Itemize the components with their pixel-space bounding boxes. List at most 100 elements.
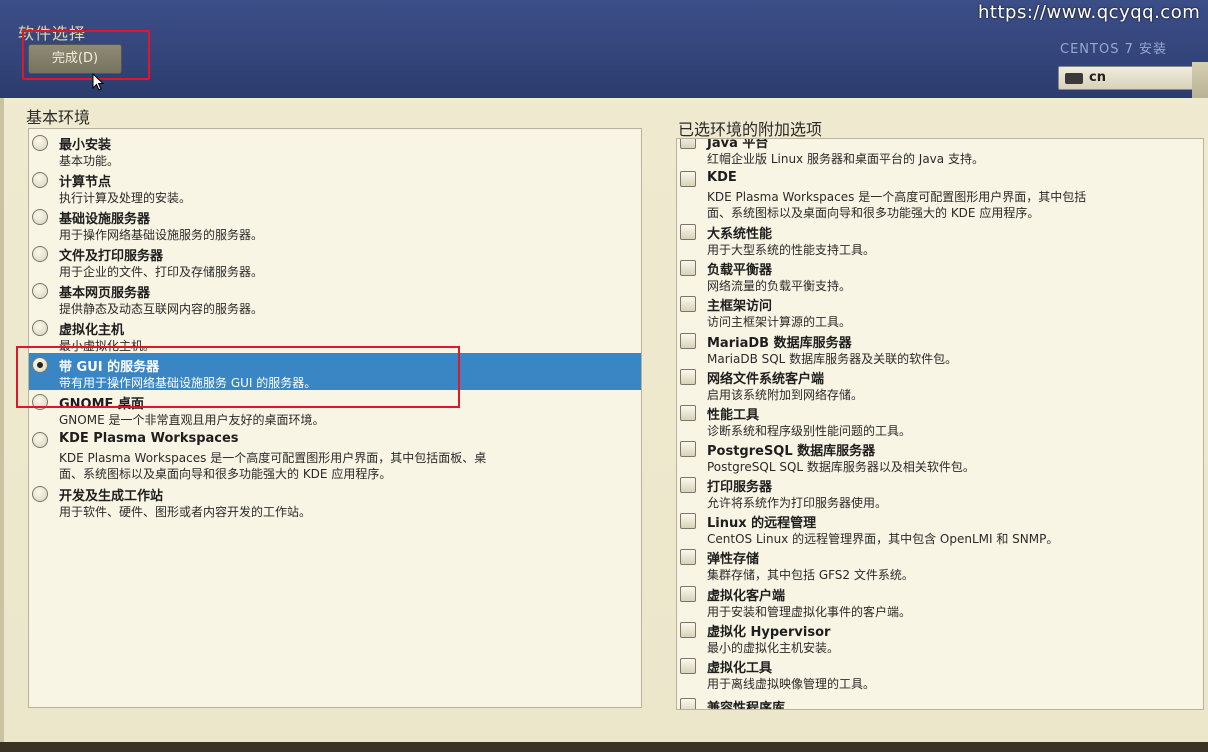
- env-item-desc: GNOME 是一个非常直观且用户友好的桌面环境。: [59, 413, 325, 427]
- annotation-highlight-done: [22, 30, 150, 80]
- checkbox[interactable]: [680, 296, 696, 312]
- keyboard-icon: [1065, 73, 1083, 84]
- addon-item-name: 弹性存储: [707, 552, 760, 567]
- base-environment-list: 最小安装 基本功能。 计算节点 执行计算及处理的安装。 基础设施服务器 用于操作…: [28, 128, 642, 708]
- env-item-name: 最小安装: [59, 138, 112, 153]
- env-item-dev-workstation[interactable]: 开发及生成工作站 用于软件、硬件、图形或者内容开发的工作站。: [29, 482, 641, 519]
- addon-item-performance-tools[interactable]: 性能工具 诊断系统和程序级别性能问题的工具。: [677, 401, 1203, 438]
- radio-button[interactable]: [32, 486, 48, 502]
- env-item-name: KDE Plasma Workspaces: [59, 431, 239, 446]
- env-item-desc: 执行计算及处理的安装。: [59, 191, 192, 205]
- installer-screen: 软件选择 完成(D) CENTOS 7 安装 cn https://www.qc…: [0, 0, 1208, 752]
- checkbox[interactable]: [680, 333, 696, 349]
- addon-item-desc-line2: 面、系统图标以及桌面向导和很多功能强大的 KDE 应用程序。: [707, 206, 1040, 220]
- addon-item-desc: 集群存储，其中包括 GFS2 文件系统。: [707, 568, 914, 582]
- watermark: https://www.qcyqq.com: [978, 2, 1201, 23]
- env-item-kde-plasma[interactable]: KDE Plasma Workspaces KDE Plasma Workspa…: [29, 428, 641, 482]
- addon-item-mariadb[interactable]: MariaDB 数据库服务器 MariaDB SQL 数据库服务器及关联的软件包…: [677, 329, 1203, 366]
- checkbox[interactable]: [680, 405, 696, 421]
- env-item-desc: 基本功能。: [59, 154, 120, 168]
- addon-item-virt-hypervisor[interactable]: 虚拟化 Hypervisor 最小的虚拟化主机安装。: [677, 618, 1203, 655]
- addon-item-name: 虚拟化工具: [707, 661, 773, 676]
- env-item-name: 基础设施服务器: [59, 212, 151, 227]
- env-item-web-server[interactable]: 基本网页服务器 提供静态及动态互联网内容的服务器。: [29, 279, 641, 316]
- addon-item-postgresql[interactable]: PostgreSQL 数据库服务器 PostgreSQL SQL 数据库服务器以…: [677, 437, 1203, 474]
- addon-item-virt-client[interactable]: 虚拟化客户端 用于安装和管理虚拟化事件的客户端。: [677, 582, 1203, 619]
- checkbox[interactable]: [680, 224, 696, 240]
- addon-item-name: Linux 的远程管理: [707, 516, 817, 531]
- radio-button[interactable]: [32, 246, 48, 262]
- addon-item-mainframe-access[interactable]: 主框架访问 访问主框架计算源的工具。: [677, 292, 1203, 329]
- addon-item-compat-libraries[interactable]: 兼容性程序库: [677, 694, 1203, 710]
- env-item-name: 虚拟化主机: [59, 323, 125, 338]
- addon-item-name: MariaDB 数据库服务器: [707, 336, 852, 351]
- env-item-desc-line2: 面、系统图标以及桌面向导和很多功能强大的 KDE 应用程序。: [59, 467, 392, 481]
- addon-item-desc: 用于离线虚拟映像管理的工具。: [707, 677, 876, 691]
- checkbox[interactable]: [680, 513, 696, 529]
- addons-list[interactable]: Java 平台 红帽企业版 Linux 服务器和桌面平台的 Java 支持。 K…: [676, 138, 1204, 710]
- checkbox[interactable]: [680, 369, 696, 385]
- checkbox[interactable]: [680, 698, 696, 709]
- checkbox[interactable]: [680, 622, 696, 638]
- addon-item-java[interactable]: Java 平台 红帽企业版 Linux 服务器和桌面平台的 Java 支持。: [677, 139, 1203, 166]
- env-item-desc: 提供静态及动态互联网内容的服务器。: [59, 302, 264, 316]
- radio-button[interactable]: [32, 135, 48, 151]
- mouse-cursor-icon: [92, 73, 104, 91]
- addon-item-large-system[interactable]: 大系统性能 用于大型系统的性能支持工具。: [677, 220, 1203, 257]
- addon-item-name: 负载平衡器: [707, 263, 773, 278]
- radio-button[interactable]: [32, 432, 48, 448]
- screen-bottom-edge: [0, 742, 1208, 752]
- checkbox[interactable]: [680, 586, 696, 602]
- env-item-name: 开发及生成工作站: [59, 489, 164, 504]
- addon-item-print-server[interactable]: 打印服务器 允许将系统作为打印服务器使用。: [677, 473, 1203, 510]
- addon-item-name: 兼容性程序库: [707, 701, 786, 710]
- addon-item-desc: 访问主框架计算源的工具。: [707, 315, 852, 329]
- addon-item-name: 虚拟化 Hypervisor: [707, 625, 831, 640]
- env-item-file-print-server[interactable]: 文件及打印服务器 用于企业的文件、打印及存储服务器。: [29, 242, 641, 279]
- env-item-desc: 用于企业的文件、打印及存储服务器。: [59, 265, 264, 279]
- env-item-minimal[interactable]: 最小安装 基本功能。: [29, 131, 641, 168]
- addon-item-load-balancer[interactable]: 负载平衡器 网络流量的负载平衡支持。: [677, 256, 1203, 293]
- checkbox[interactable]: [680, 658, 696, 674]
- addon-item-virt-tools[interactable]: 虚拟化工具 用于离线虚拟映像管理的工具。: [677, 654, 1203, 691]
- radio-button[interactable]: [32, 283, 48, 299]
- checkbox[interactable]: [680, 477, 696, 493]
- annotation-highlight-gui: [16, 346, 460, 408]
- addon-item-nfs-client[interactable]: 网络文件系统客户端 启用该系统附加到网络存储。: [677, 365, 1203, 402]
- help-button[interactable]: [1192, 62, 1208, 98]
- addon-item-name: 性能工具: [707, 408, 760, 423]
- env-item-desc: 用于操作网络基础设施服务的服务器。: [59, 228, 264, 242]
- addon-item-name: 主框架访问: [707, 299, 773, 314]
- radio-button[interactable]: [32, 320, 48, 336]
- product-title: CENTOS 7 安装: [1060, 42, 1167, 57]
- checkbox[interactable]: [680, 441, 696, 457]
- checkbox[interactable]: [680, 171, 696, 187]
- radio-button[interactable]: [32, 209, 48, 225]
- addon-item-name: 大系统性能: [707, 227, 773, 242]
- addon-item-desc: 红帽企业版 Linux 服务器和桌面平台的 Java 支持。: [707, 152, 984, 166]
- addon-item-desc: KDE Plasma Workspaces 是一个高度可配置图形用户界面，其中包…: [707, 190, 1087, 204]
- addon-item-resilient-storage[interactable]: 弹性存储 集群存储，其中包括 GFS2 文件系统。: [677, 545, 1203, 582]
- checkbox[interactable]: [680, 549, 696, 565]
- checkbox[interactable]: [680, 139, 696, 149]
- left-edge: [0, 98, 4, 742]
- addon-item-name: KDE: [707, 170, 737, 185]
- env-item-name: 计算节点: [59, 175, 112, 190]
- checkbox[interactable]: [680, 260, 696, 276]
- addon-item-name: 虚拟化客户端: [707, 589, 786, 604]
- addons-title: 已选环境的附加选项: [678, 120, 823, 139]
- env-item-desc: 用于软件、硬件、图形或者内容开发的工作站。: [59, 505, 312, 519]
- addon-item-name: PostgreSQL 数据库服务器: [707, 444, 876, 459]
- addon-item-name: 网络文件系统客户端: [707, 372, 825, 387]
- addon-item-remote-management[interactable]: Linux 的远程管理 CentOS Linux 的远程管理界面，其中包含 Op…: [677, 509, 1203, 546]
- env-item-infrastructure-server[interactable]: 基础设施服务器 用于操作网络基础设施服务的服务器。: [29, 205, 641, 242]
- radio-button[interactable]: [32, 172, 48, 188]
- keyboard-layout-code: cn: [1089, 70, 1106, 85]
- keyboard-layout-indicator[interactable]: cn: [1058, 66, 1198, 90]
- env-item-compute-node[interactable]: 计算节点 执行计算及处理的安装。: [29, 168, 641, 205]
- addon-item-name: 打印服务器: [707, 480, 773, 495]
- addon-item-kde[interactable]: KDE KDE Plasma Workspaces 是一个高度可配置图形用户界面…: [677, 167, 1203, 220]
- base-environment-title: 基本环境: [26, 108, 91, 127]
- env-item-desc: KDE Plasma Workspaces 是一个高度可配置图形用户界面，其中包…: [59, 451, 487, 465]
- env-item-name: 基本网页服务器: [59, 286, 151, 301]
